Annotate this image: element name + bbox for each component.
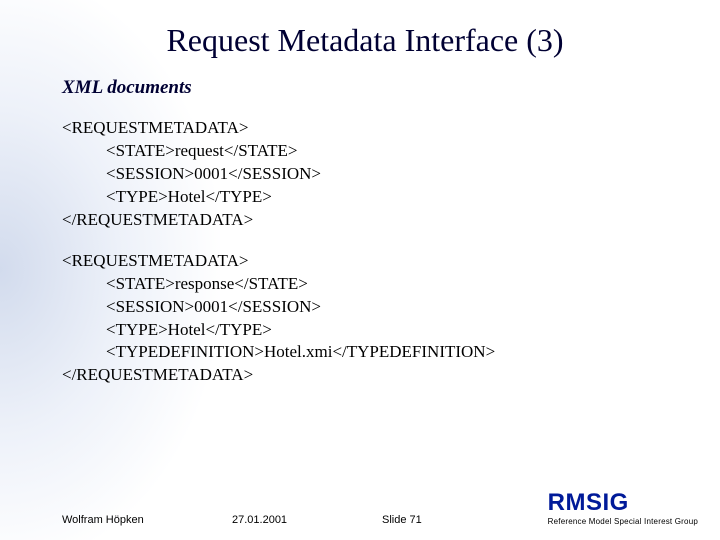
slide-title: Request Metadata Interface (3)	[62, 22, 668, 59]
xml-session-line: <SESSION>0001</SESSION>	[62, 163, 668, 186]
footer-slide-number: Slide 71	[382, 514, 492, 526]
slide-footer: Wolfram Höpken 27.01.2001 Slide 71 RMSIG…	[0, 489, 720, 526]
footer-author: Wolfram Höpken	[62, 514, 232, 526]
slide-content: Request Metadata Interface (3) XML docum…	[0, 0, 720, 540]
xml-close-tag: </REQUESTMETADATA>	[62, 364, 668, 387]
xml-typedef-line: <TYPEDEFINITION>Hotel.xmi</TYPEDEFINITIO…	[62, 341, 668, 364]
xml-open-tag: <REQUESTMETADATA>	[62, 250, 668, 273]
xml-state-line: <STATE>request</STATE>	[62, 140, 668, 163]
xml-open-tag: <REQUESTMETADATA>	[62, 117, 668, 140]
slide-subtitle: XML documents	[62, 77, 668, 99]
xml-session-line: <SESSION>0001</SESSION>	[62, 296, 668, 319]
xml-block-response: <REQUESTMETADATA> <STATE>response</STATE…	[62, 250, 668, 388]
xml-type-line: <TYPE>Hotel</TYPE>	[62, 186, 668, 209]
footer-date: 27.01.2001	[232, 514, 382, 526]
footer-brand: RMSIG Reference Model Special Interest G…	[548, 489, 698, 526]
xml-close-tag: </REQUESTMETADATA>	[62, 209, 668, 232]
footer-tagline: Reference Model Special Interest Group	[548, 517, 698, 526]
xml-state-line: <STATE>response</STATE>	[62, 273, 668, 296]
xml-type-line: <TYPE>Hotel</TYPE>	[62, 319, 668, 342]
xml-block-request: <REQUESTMETADATA> <STATE>request</STATE>…	[62, 117, 668, 232]
footer-logo: RMSIG	[548, 489, 698, 517]
